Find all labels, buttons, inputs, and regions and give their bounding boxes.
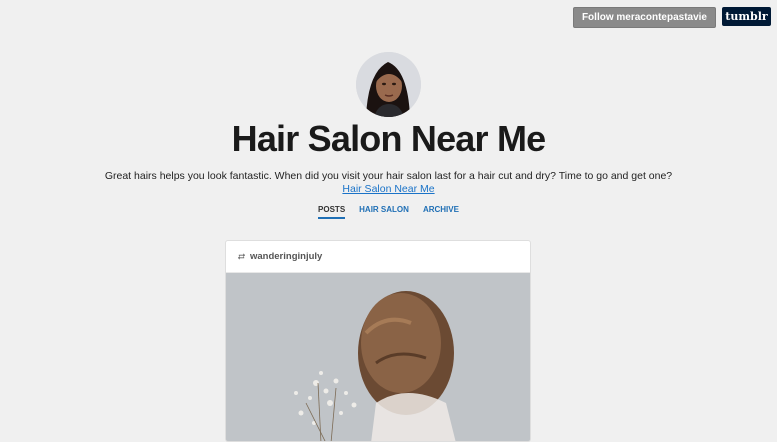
post-card: wanderinginjuly	[225, 240, 531, 442]
follow-button[interactable]: Follow meracontepastavie	[572, 7, 716, 28]
tumblr-logo[interactable]: tumblr	[722, 7, 771, 26]
nav-posts[interactable]: POSTS	[318, 205, 346, 219]
blog-title: Hair Salon Near Me	[231, 118, 547, 159]
nav-archive[interactable]: ARCHIVE	[423, 205, 459, 219]
reblog-icon	[237, 253, 246, 260]
top-bar: Follow meracontepastavie tumblr	[572, 7, 771, 28]
post-image[interactable]	[226, 273, 530, 442]
blog-description: Great hairs helps you look fantastic. Wh…	[0, 170, 777, 196]
avatar-image	[356, 52, 421, 117]
description-text: Great hairs helps you look fantastic. Wh…	[104, 170, 673, 182]
post-header: wanderinginjuly	[226, 241, 530, 273]
description-link[interactable]: Hair Salon Near Me	[342, 183, 434, 195]
avatar[interactable]	[356, 52, 421, 117]
post-author[interactable]: wanderinginjuly	[250, 251, 322, 262]
nav-hair-salon[interactable]: HAIR SALON	[359, 205, 409, 219]
blog-nav: POSTS HAIR SALON ARCHIVE	[0, 205, 777, 219]
